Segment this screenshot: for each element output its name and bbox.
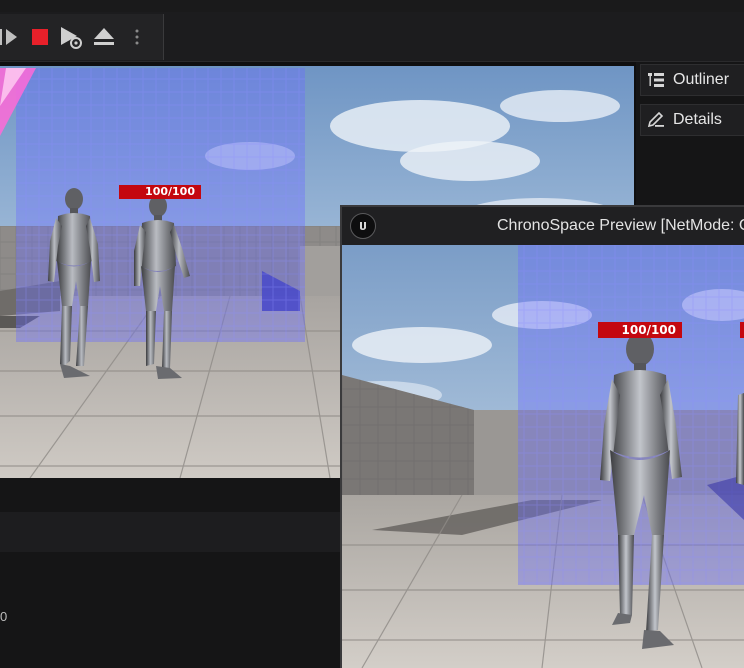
simulate-icon	[61, 27, 82, 49]
details-icon	[647, 112, 664, 128]
preview-viewport[interactable]: 100/100	[342, 245, 744, 668]
outliner-label: Outliner	[673, 71, 730, 88]
more-options-button[interactable]	[135, 23, 139, 51]
preview-health-bar-edge	[740, 322, 744, 338]
content-area	[0, 478, 344, 668]
eject-button[interactable]	[89, 22, 119, 52]
log-text: 0	[0, 609, 8, 624]
preview-window-title: ChronoSpace Preview [NetMode: C	[497, 217, 744, 234]
side-panel: Outliner Details	[636, 62, 744, 212]
play-controls-group	[0, 14, 164, 60]
stop-icon	[32, 29, 48, 45]
eject-icon	[94, 28, 114, 45]
unreal-logo-icon	[350, 213, 376, 239]
skip-forward-button[interactable]	[0, 22, 24, 52]
more-options-icon	[135, 29, 139, 45]
preview-health-bar: 100/100	[598, 322, 682, 338]
details-label: Details	[673, 111, 722, 128]
preview-scene	[342, 245, 744, 668]
tab-details[interactable]: Details	[640, 104, 744, 136]
preview-titlebar[interactable]: ChronoSpace Preview [NetMode: C	[342, 207, 744, 245]
tab-outliner[interactable]: Outliner	[640, 64, 744, 96]
top-strip	[0, 0, 744, 12]
skip-forward-icon	[0, 29, 17, 45]
stop-button[interactable]	[25, 22, 55, 52]
outliner-icon	[648, 73, 664, 87]
health-bar: 100/100	[119, 185, 201, 199]
bottom-toolbar	[0, 512, 344, 552]
preview-window[interactable]: ChronoSpace Preview [NetMode: C 100/100	[340, 205, 744, 668]
simulate-button[interactable]	[56, 22, 86, 52]
